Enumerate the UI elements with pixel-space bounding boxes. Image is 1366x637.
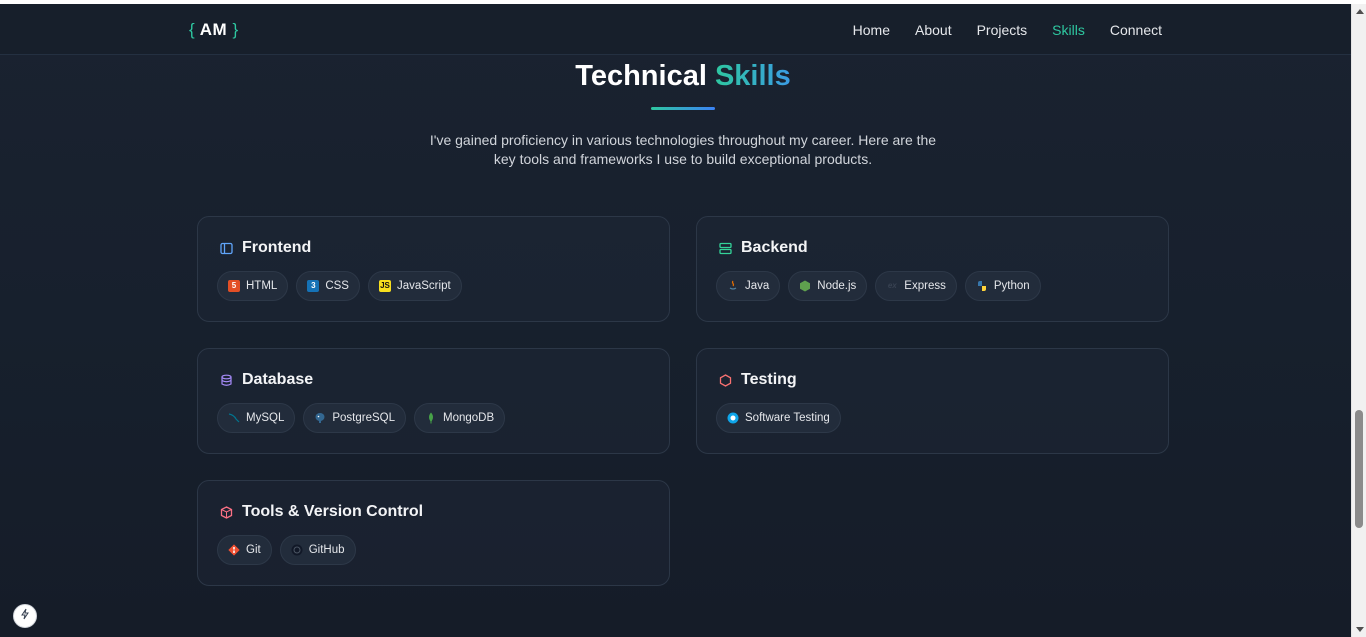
database-icon [220,374,233,387]
skill-chip-software-testing[interactable]: Software Testing [716,403,841,433]
section-title-accent: Skills [714,60,791,92]
skill-label: Software Testing [745,412,830,424]
express-icon: ex [887,281,897,290]
scroll-thumb[interactable] [1355,410,1363,528]
section-description: I've gained proficiency in various techn… [429,132,937,167]
nav-link-projects[interactable]: Projects [977,22,1028,38]
card-title-backend: Backend [741,239,808,256]
nodejs-icon [799,280,811,292]
logo-brace-open: { [189,20,196,39]
skill-chip-postgresql[interactable]: PostgreSQL [303,403,406,433]
scroll-down-arrow-icon[interactable] [1356,627,1364,632]
nav-link-about[interactable]: About [915,22,952,38]
lightning-icon [19,607,31,625]
page-viewport: { AM } Home About Projects Skills Connec… [0,4,1351,637]
testing-icon [727,412,739,424]
box-icon [220,505,233,519]
card-title-frontend: Frontend [242,239,312,256]
server-icon [719,242,732,255]
skill-chip-css[interactable]: 3 CSS [296,271,360,301]
skill-label: PostgreSQL [332,412,395,424]
skill-label: Python [993,280,1030,292]
git-icon [228,544,240,556]
postgresql-icon [314,412,326,424]
css3-icon: 3 [307,280,320,292]
skill-label: GitHub [308,544,345,556]
page-scrollbar[interactable] [1351,4,1366,637]
layout-icon [220,242,233,255]
section-title: Technical Skills [0,60,1351,93]
skill-label: Java [745,280,770,292]
site-logo[interactable]: { AM } [189,20,239,40]
skill-label: MySQL [246,412,285,424]
card-title-database: Database [242,371,314,388]
nav-link-skills[interactable]: Skills [1052,22,1085,38]
skill-chip-mysql[interactable]: MySQL [217,403,296,433]
skill-label: CSS [325,280,349,292]
skill-chip-python[interactable]: Python [964,271,1041,301]
skill-label: JavaScript [396,280,451,292]
skill-card-frontend: Frontend 5 HTML 3 CSS JS JavaScript [197,216,670,322]
skill-card-database: Database MySQL PostgreSQL MongoDB [197,348,670,454]
skill-card-backend: Backend Java Node.js ex Express Python [696,216,1169,322]
skill-chip-mongodb[interactable]: MongoDB [414,403,506,433]
title-underline [651,107,715,110]
skill-chip-express[interactable]: ex Express [875,271,957,301]
python-icon [976,280,988,292]
skill-card-testing: Testing Software Testing [696,348,1169,454]
java-icon [727,280,739,292]
javascript-icon: JS [378,280,391,292]
skill-label: Git [246,544,261,556]
nav-link-connect[interactable]: Connect [1110,22,1162,38]
skill-label: Node.js [817,280,857,292]
skill-chip-html[interactable]: 5 HTML [217,271,289,301]
skill-chip-github[interactable]: GitHub [279,535,356,565]
skill-chip-java[interactable]: Java [716,271,781,301]
logo-text: AM [199,20,228,39]
github-icon [291,544,303,556]
skill-label: MongoDB [443,412,495,424]
scroll-up-arrow-icon[interactable] [1356,9,1364,14]
mongodb-icon [425,412,437,424]
skill-chip-git[interactable]: Git [217,535,272,565]
nav-link-home[interactable]: Home [853,22,890,38]
nav-links: Home About Projects Skills Connect [853,22,1162,38]
devtools-badge[interactable] [13,604,37,628]
skill-chip-javascript[interactable]: JS JavaScript [367,271,462,301]
skill-card-tools: Tools & Version Control Git GitHub [197,480,670,586]
html5-icon: 5 [228,280,240,292]
mysql-icon [228,412,240,424]
logo-brace-close: } [232,20,239,39]
skill-label: Express [904,280,946,292]
skill-label: HTML [246,280,278,292]
section-title-main: Technical [575,60,707,92]
card-title-tools: Tools & Version Control [242,503,424,520]
skill-chip-nodejs[interactable]: Node.js [788,271,868,301]
hexagon-icon [719,373,732,387]
navbar: { AM } Home About Projects Skills Connec… [0,4,1351,55]
card-title-testing: Testing [741,371,797,388]
